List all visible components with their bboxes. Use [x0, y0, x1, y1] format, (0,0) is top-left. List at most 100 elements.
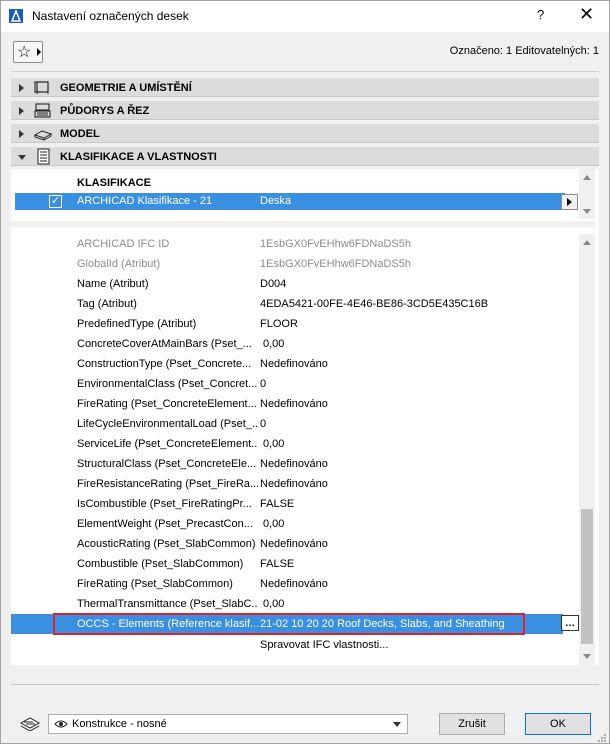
scroll-thumb[interactable]: [581, 509, 593, 644]
help-button[interactable]: ?: [537, 7, 544, 22]
classification-row[interactable]: ✓ ARCHICAD Klasifikace - 21 Deska: [15, 193, 565, 210]
resize-grip-icon[interactable]: [597, 733, 607, 743]
property-row[interactable]: Name (Atribut) D004: [11, 274, 563, 294]
property-row[interactable]: FireRating (Pset_ConcreteElement... Nede…: [11, 394, 563, 414]
expand-arrow-icon: [19, 107, 24, 115]
property-row[interactable]: Combustible (Pset_SlabCommon) FALSE: [11, 554, 563, 574]
property-name: FireRating (Pset_SlabCommon): [77, 578, 233, 590]
property-row[interactable]: PredefinedType (Atribut) FLOOR: [11, 314, 563, 334]
property-value: 1EsbGX0FvEHhw6FDNaDS5h: [260, 238, 412, 250]
section-model[interactable]: MODEL: [11, 124, 599, 143]
property-name: ElementWeight (Pset_PrecastCon...: [77, 518, 253, 530]
property-name: IsCombustible (Pset_FireRatingPr...: [77, 498, 252, 510]
browse-button[interactable]: …: [561, 615, 579, 631]
property-name: Name (Atribut): [77, 278, 149, 290]
property-value[interactable]: Nedefinováno: [260, 458, 328, 470]
model-icon: [33, 130, 53, 141]
section-floor-plan[interactable]: PŮDORYS A ŘEZ: [11, 101, 599, 120]
geometry-icon: [34, 81, 49, 94]
property-value[interactable]: 0,00: [263, 338, 284, 350]
classification-picker-button[interactable]: [561, 194, 578, 210]
property-value[interactable]: 0,00: [263, 438, 284, 450]
star-icon: ☆: [17, 44, 32, 61]
property-row[interactable]: ConstructionType (Pset_Concrete... Nedef…: [11, 354, 563, 374]
property-row[interactable]: EnvironmentalClass (Pset_Concret... 0: [11, 374, 563, 394]
property-row[interactable]: IsCombustible (Pset_FireRatingPr... FALS…: [11, 494, 563, 514]
highlight-box: [53, 613, 525, 635]
property-name: ARCHICAD IFC ID: [77, 238, 170, 250]
layer-value: Konstrukce - nosné: [72, 718, 167, 730]
ok-button[interactable]: OK: [525, 713, 591, 735]
property-name: ConstructionType (Pset_Concrete...: [77, 358, 252, 370]
property-name: FireResistanceRating (Pset_FireRa...: [77, 478, 258, 490]
property-name: ConcreteCoverAtMainBars (Pset_...: [77, 338, 252, 350]
property-value[interactable]: Nedefinováno: [260, 358, 328, 370]
floor-plan-icon: [34, 103, 51, 118]
cancel-button[interactable]: Zrušit: [439, 713, 505, 735]
property-row[interactable]: LifeCycleEnvironmentalLoad (Pset_... 0: [11, 414, 563, 434]
scroll-down-icon[interactable]: [583, 654, 591, 659]
property-row[interactable]: ElementWeight (Pset_PrecastCon... 0,00: [11, 514, 563, 534]
property-row[interactable]: ConcreteCoverAtMainBars (Pset_... 0,00: [11, 334, 563, 354]
property-name: AcousticRating (Pset_SlabCommon): [77, 538, 256, 550]
property-row[interactable]: FireResistanceRating (Pset_FireRa... Ned…: [11, 474, 563, 494]
property-value: 1EsbGX0FvEHhw6FDNaDS5h: [260, 258, 412, 270]
close-button[interactable]: ✕: [579, 4, 594, 25]
layer-dropdown[interactable]: Konstrukce - nosné: [48, 714, 408, 734]
classification-icon: [37, 148, 50, 165]
ellipsis-icon: …: [565, 618, 575, 629]
classification-scrollbar[interactable]: [579, 169, 595, 219]
classification-name: ARCHICAD Klasifikace - 21: [77, 195, 213, 207]
property-name: ThermalTransmittance (Pset_SlabC...: [77, 598, 258, 610]
properties-list: ARCHICAD IFC ID 1EsbGX0FvEHhw6FDNaDS5h G…: [11, 234, 579, 665]
property-value[interactable]: Nedefinováno: [260, 398, 328, 410]
section-label: MODEL: [60, 128, 100, 140]
divider: [11, 71, 599, 72]
property-row[interactable]: ThermalTransmittance (Pset_SlabC... 0,00: [11, 594, 563, 614]
property-name: PredefinedType (Atribut): [77, 318, 197, 330]
property-value[interactable]: Nedefinováno: [260, 538, 328, 550]
manage-ifc-properties-link[interactable]: Spravovat IFC vlastnosti...: [260, 639, 388, 651]
title-bar: Nastavení označených desek ? ✕: [1, 1, 609, 32]
property-value[interactable]: Nedefinováno: [260, 578, 328, 590]
property-value[interactable]: FALSE: [260, 558, 294, 570]
scroll-up-icon[interactable]: [583, 175, 591, 180]
archicad-app-icon: [9, 9, 23, 23]
section-classification[interactable]: KLASIFIKACE A VLASTNOSTI: [11, 147, 599, 166]
property-value[interactable]: 0,00: [263, 598, 284, 610]
classification-panel: KLASIFIKACE ✓ ARCHICAD Klasifikace - 21 …: [11, 169, 599, 665]
property-value[interactable]: FLOOR: [260, 318, 298, 330]
section-geometry[interactable]: GEOMETRIE A UMÍSTĚNÍ: [11, 78, 599, 97]
window-title: Nastavení označených desek: [32, 9, 189, 23]
scroll-up-icon[interactable]: [583, 240, 591, 245]
property-row[interactable]: FireRating (Pset_SlabCommon) Nedefinován…: [11, 574, 563, 594]
property-row[interactable]: Tag (Atribut) 4EDA5421-00FE-4E46-BE86-3C…: [11, 294, 563, 314]
property-name: FireRating (Pset_ConcreteElement...: [77, 398, 257, 410]
property-value[interactable]: Nedefinováno: [260, 478, 328, 490]
property-name: Tag (Atribut): [77, 298, 137, 310]
property-value[interactable]: 0,00: [263, 518, 284, 530]
property-row[interactable]: StructuralClass (Pset_ConcreteEle... Ned…: [11, 454, 563, 474]
splitter[interactable]: [11, 221, 595, 227]
property-value[interactable]: D004: [260, 278, 286, 290]
property-value[interactable]: 0: [260, 378, 266, 390]
property-value[interactable]: 0: [260, 418, 266, 430]
classification-checkbox[interactable]: ✓: [49, 195, 62, 208]
expand-arrow-icon: [19, 130, 24, 138]
layer-icon: [19, 717, 41, 731]
favorites-button[interactable]: ☆: [13, 41, 43, 63]
scroll-down-icon[interactable]: [583, 209, 591, 214]
property-row[interactable]: ServiceLife (Pset_ConcreteElement... 0,0…: [11, 434, 563, 454]
property-row[interactable]: GlobalId (Atribut) 1EsbGX0FvEHhw6FDNaDS5…: [11, 254, 563, 274]
property-row[interactable]: AcousticRating (Pset_SlabCommon) Nedefin…: [11, 534, 563, 554]
collapse-arrow-icon: [18, 155, 26, 160]
property-name: EnvironmentalClass (Pset_Concret...: [77, 378, 258, 390]
property-row[interactable]: ARCHICAD IFC ID 1EsbGX0FvEHhw6FDNaDS5h: [11, 234, 563, 254]
chevron-right-icon: [567, 198, 572, 206]
properties-scrollbar[interactable]: [579, 234, 595, 665]
property-value[interactable]: FALSE: [260, 498, 294, 510]
property-value[interactable]: 4EDA5421-00FE-4E46-BE86-3CD5E435C16B: [260, 298, 488, 310]
property-name: Combustible (Pset_SlabCommon): [77, 558, 244, 570]
dialog-window: Nastavení označených desek ? ✕ ☆ Označen…: [0, 0, 610, 744]
classification-value: Deska: [260, 195, 292, 207]
